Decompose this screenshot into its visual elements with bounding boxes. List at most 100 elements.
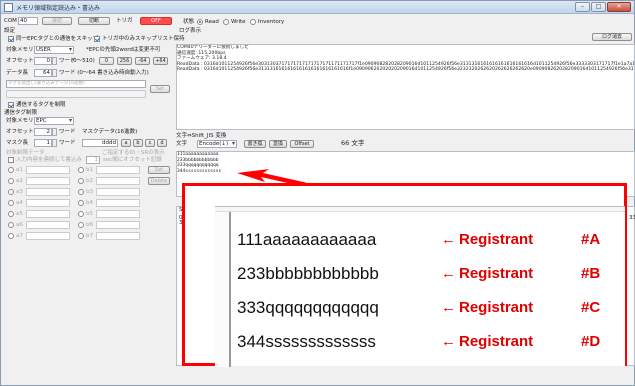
multi-label-b7: b7 xyxy=(86,233,93,239)
preset-0-button[interactable]: 0 xyxy=(99,57,114,65)
limit-tags-checkbox[interactable] xyxy=(8,102,14,108)
multi-radio-a5[interactable] xyxy=(8,211,14,217)
multi-radio-b6[interactable] xyxy=(78,222,84,228)
app-window: メモリ領域指定読込み・書込み – □ ✕ COM 40 接続 切断 トリガ OF… xyxy=(0,0,635,386)
mask-length-input[interactable]: 1 xyxy=(34,139,52,147)
multi-delete-button[interactable]: Delete xyxy=(148,177,170,185)
multi-label-a6: a6 xyxy=(16,222,23,228)
multi-radio-a6[interactable] xyxy=(8,222,14,228)
trigger-skip-checkbox[interactable] xyxy=(94,36,100,42)
mask-length-label: マスク長 xyxy=(6,140,29,146)
multi-input-a3[interactable] xyxy=(26,188,70,196)
zoom-registrant-label: ← Registrant xyxy=(441,299,533,316)
multi-radio-b1[interactable] xyxy=(78,167,84,173)
multi-input-b4[interactable] xyxy=(96,199,140,207)
multi-input-b6[interactable] xyxy=(96,221,140,229)
data-length-input[interactable]: 64 xyxy=(34,69,52,77)
mode-write-label: Write xyxy=(231,19,246,25)
maximize-button[interactable]: □ xyxy=(591,2,606,12)
multi-radio-b4[interactable] xyxy=(78,200,84,206)
preset-minus64-button[interactable]: -64 xyxy=(135,57,150,65)
zoom-view: 111aaaaaaaaaaaa ← Registrant #A 233bbbbbbbbb… xyxy=(215,206,625,367)
mask-c-button[interactable]: c xyxy=(145,139,155,147)
mask-d-button[interactable]: d xyxy=(157,139,167,147)
mode-inventory-radio[interactable] xyxy=(250,19,256,25)
multi-note-left: 対象制限テータ xyxy=(6,150,45,156)
multi-radio-a4[interactable] xyxy=(8,200,14,206)
multi-radio-b5[interactable] xyxy=(78,211,84,217)
data-length-stepper[interactable] xyxy=(52,69,57,77)
multi-input-a4[interactable] xyxy=(26,199,70,207)
log-title: ログ表示 xyxy=(179,28,202,34)
multi-input-b7[interactable] xyxy=(96,232,140,240)
continuous-write-checkbox[interactable] xyxy=(8,157,14,163)
target-memory-select[interactable]: USER xyxy=(34,46,74,54)
encode-select[interactable]: Encode(↓) xyxy=(197,140,237,148)
write-data-field[interactable] xyxy=(6,90,146,98)
multi-radio-a1[interactable] xyxy=(8,167,14,173)
registrant-id: #A xyxy=(581,231,601,248)
mask-b-button[interactable]: b xyxy=(133,139,143,147)
write-data-input[interactable]: タグを読出し(書き込みデータ16進数) xyxy=(6,80,146,88)
multi-label-a2: a2 xyxy=(16,178,23,184)
preset-plus64-button[interactable]: +64 xyxy=(153,57,168,65)
log-area[interactable]: COM40デリーダーに接続しました 通信速度: 115,200bps ファームウ… xyxy=(176,44,635,130)
multi-input-a5[interactable] xyxy=(26,210,70,218)
multi-input-a6[interactable] xyxy=(26,221,70,229)
left-panel: COM 40 接続 切断 トリガ OFF 設定 同一EPCタグとの通信をスキップ… xyxy=(4,16,185,274)
multi-input-b5[interactable] xyxy=(96,210,140,218)
mode-read-label: Read xyxy=(205,19,219,25)
minimize-button[interactable]: – xyxy=(575,2,590,12)
mode-write-radio[interactable] xyxy=(223,19,229,25)
connect-button[interactable]: 接続 xyxy=(42,17,72,25)
com-port-select[interactable]: 40 xyxy=(18,17,38,25)
offset-button[interactable]: Offset xyxy=(290,140,314,148)
mask-length-stepper[interactable] xyxy=(52,139,57,147)
multi-radio-b2[interactable] xyxy=(78,178,84,184)
zoom-registrant-label: ← Registrant xyxy=(441,333,533,350)
registrant-id: #B xyxy=(581,265,601,282)
epc-skip-checkbox[interactable] xyxy=(8,36,14,42)
multi-radio-a7[interactable] xyxy=(8,233,14,239)
multi-set-button[interactable]: Set xyxy=(148,166,170,174)
target-memory-label: 対象メモリ xyxy=(6,47,34,53)
multi-radio-a3[interactable] xyxy=(8,189,14,195)
continuous-write-label: 入力内容を連続して書込み xyxy=(16,157,82,163)
offset-range: (0〜510) xyxy=(71,58,95,64)
limit-memory-select[interactable]: EPC xyxy=(34,117,74,125)
close-button[interactable]: ✕ xyxy=(607,2,631,12)
limit-offset-label: オフセット xyxy=(6,129,34,135)
multi-radio-b3[interactable] xyxy=(78,189,84,195)
multi-radio-b7[interactable] xyxy=(78,233,84,239)
char-label: 文字 xyxy=(176,141,188,147)
multi-radio-a2[interactable] xyxy=(8,178,14,184)
registrant-text: Registrant xyxy=(459,231,534,248)
registrant-text: Registrant xyxy=(459,265,534,282)
sec-interval-input[interactable]: 1 xyxy=(86,156,100,164)
data-set-button[interactable]: Set xyxy=(150,85,170,93)
multi-label-a4: a4 xyxy=(16,200,23,206)
multi-input-b3[interactable] xyxy=(96,188,140,196)
multi-input-b1[interactable] xyxy=(96,166,140,174)
offset-stepper[interactable] xyxy=(52,57,57,65)
trigger-status-button[interactable]: OFF xyxy=(140,17,172,25)
char-count: 66 文字 xyxy=(341,139,365,147)
offset-input[interactable]: 0 xyxy=(34,57,52,65)
disconnect-button[interactable]: 切断 xyxy=(78,17,110,25)
epc-note: *EPCの先頭2wordは変更不可 xyxy=(86,47,161,53)
convert-button[interactable]: 変換 xyxy=(269,140,287,148)
mask-a-button[interactable]: a xyxy=(121,139,131,147)
multi-input-a7[interactable] xyxy=(26,232,70,240)
mode-read-radio[interactable] xyxy=(197,19,203,25)
preset-256-button[interactable]: 256 xyxy=(117,57,132,65)
mask-data-input[interactable]: dddd xyxy=(82,139,118,147)
sec-interval-label: sec間にオフセット記録 xyxy=(103,157,162,163)
multi-input-b2[interactable] xyxy=(96,177,140,185)
multi-input-a1[interactable] xyxy=(26,166,70,174)
log-clear-button[interactable]: ログ消去 xyxy=(592,33,632,41)
zoom-callout: 111aaaaaaaaaaaa ← Registrant #A 233bbbbbbbbb… xyxy=(182,183,627,367)
limit-offset-input[interactable]: 2 xyxy=(34,128,52,136)
multi-input-a2[interactable] xyxy=(26,177,70,185)
limit-offset-stepper[interactable] xyxy=(52,128,57,136)
rewrite-button[interactable]: 書き換 xyxy=(244,140,266,148)
